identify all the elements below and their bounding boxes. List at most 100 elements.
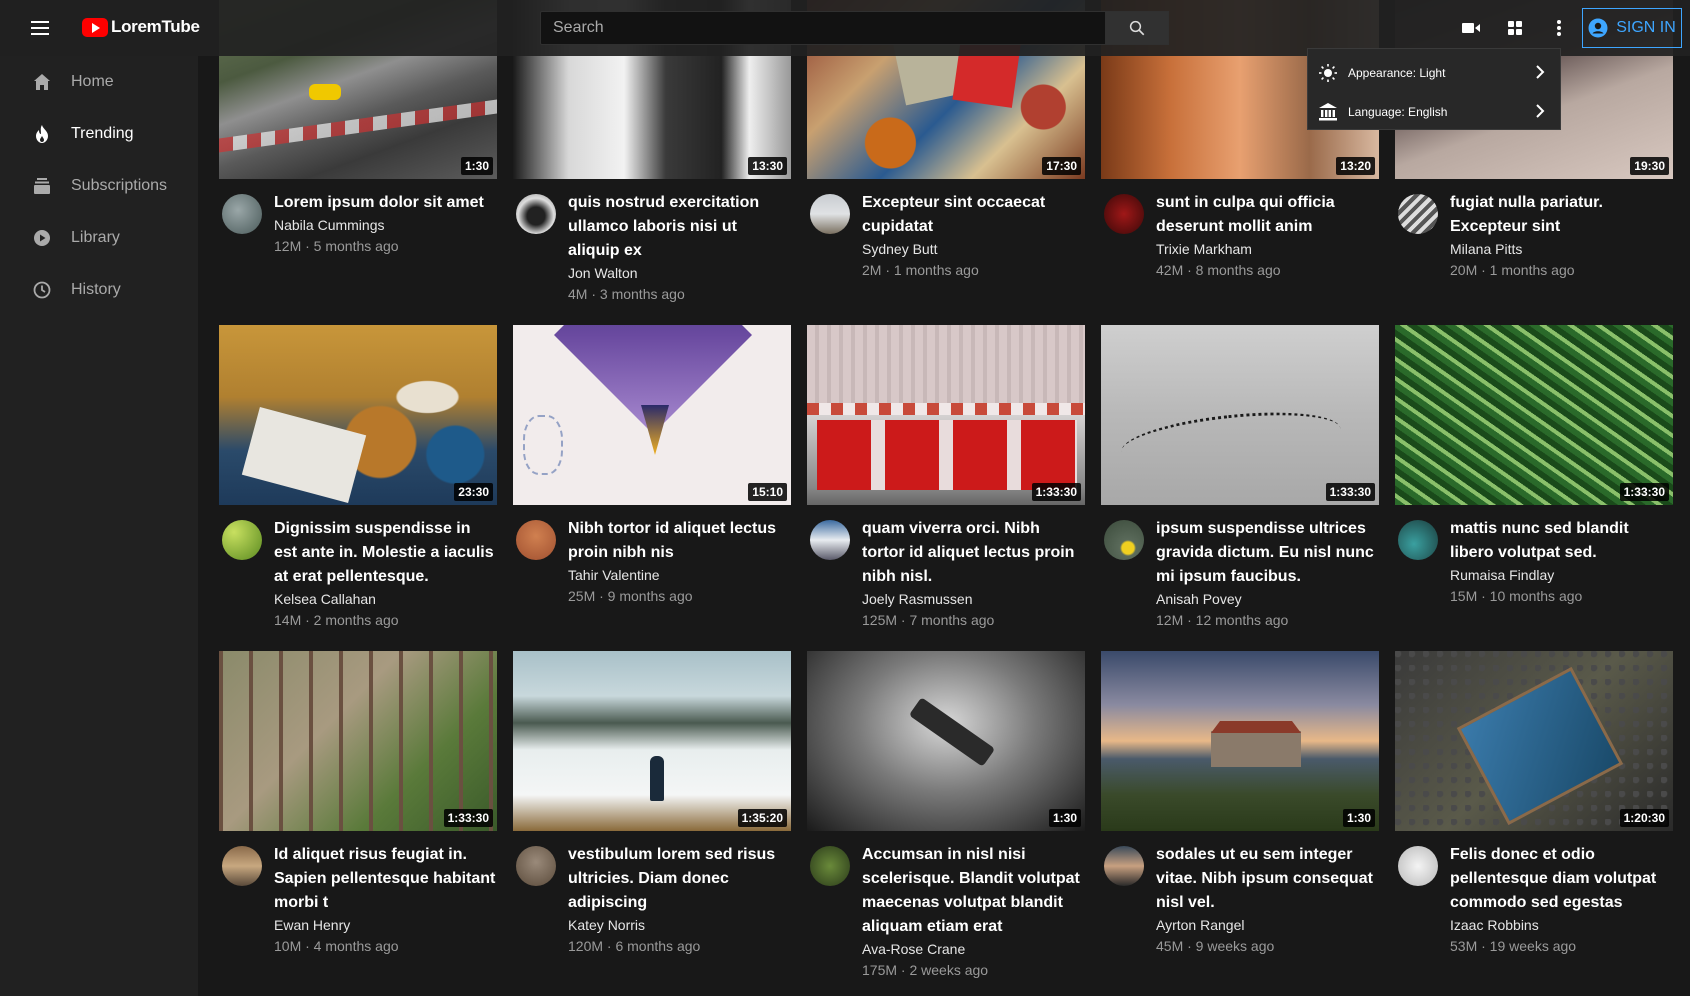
channel-avatar[interactable]	[222, 520, 262, 560]
video-thumbnail[interactable]: 15:10	[513, 325, 791, 505]
video-card[interactable]: 15:10 Nibh tortor id aliquet lectus proi…	[513, 325, 791, 607]
channel-name[interactable]: Katey Norris	[568, 915, 791, 935]
channel-avatar[interactable]	[1398, 520, 1438, 560]
channel-avatar[interactable]	[222, 194, 262, 234]
channel-avatar[interactable]	[1104, 846, 1144, 886]
sidebar-item-library[interactable]: Library	[0, 212, 198, 264]
channel-name[interactable]: Ayrton Rangel	[1156, 915, 1379, 935]
video-thumbnail[interactable]: 1:33:30	[807, 325, 1085, 505]
channel-name[interactable]: Milana Pitts	[1450, 239, 1673, 259]
sign-in-button[interactable]: SIGN IN	[1582, 8, 1682, 48]
video-title[interactable]: sodales ut eu sem integer vitae. Nibh ip…	[1156, 843, 1379, 915]
video-thumbnail[interactable]: 1:33:30	[1395, 325, 1673, 505]
channel-avatar[interactable]	[1104, 194, 1144, 234]
sidebar-item-subscriptions[interactable]: Subscriptions	[0, 160, 198, 212]
video-thumbnail[interactable]: 1:30	[807, 651, 1085, 831]
video-title[interactable]: Lorem ipsum dolor sit amet	[274, 191, 497, 215]
video-title[interactable]: Excepteur sint occaecat cupidatat	[862, 191, 1085, 239]
video-stats: 25M · 9 months ago	[568, 588, 693, 604]
video-card[interactable]: 1:33:30 quam viverra orci. Nibh tortor i…	[807, 325, 1085, 631]
channel-avatar[interactable]	[516, 520, 556, 560]
video-stats: 14M · 2 months ago	[274, 612, 399, 628]
channel-name[interactable]: Ewan Henry	[274, 915, 497, 935]
sidebar-item-label: Subscriptions	[71, 177, 168, 194]
video-title[interactable]: Dignissim suspendisse in est ante in. Mo…	[274, 517, 497, 589]
video-duration: 1:35:20	[737, 809, 787, 827]
channel-avatar[interactable]	[1104, 520, 1144, 560]
channel-avatar[interactable]	[810, 520, 850, 560]
channel-name[interactable]: Sydney Butt	[862, 239, 1085, 259]
video-stats: 12M · 5 months ago	[274, 238, 399, 254]
settings-menu: Appearance: Light Language: English	[1307, 48, 1561, 130]
menu-item-language[interactable]: Language: English	[1308, 92, 1560, 131]
video-stats: 2M · 1 months ago	[862, 262, 979, 278]
video-stats: 120M · 6 months ago	[568, 938, 701, 954]
apps-icon[interactable]	[1503, 16, 1527, 40]
video-title[interactable]: vestibulum lorem sed risus ultricies. Di…	[568, 843, 791, 915]
create-video-icon[interactable]	[1459, 16, 1483, 40]
app-logo[interactable]: LoremTube	[82, 17, 200, 37]
channel-name[interactable]: Ava-Rose Crane	[862, 939, 1085, 959]
video-title[interactable]: sunt in culpa qui officia deserunt molli…	[1156, 191, 1379, 239]
channel-avatar[interactable]	[222, 846, 262, 886]
more-vert-icon[interactable]	[1547, 16, 1571, 40]
channel-avatar[interactable]	[810, 846, 850, 886]
sidebar-item-history[interactable]: History	[0, 264, 198, 316]
video-card[interactable]: 1:30 sodales ut eu sem integer vitae. Ni…	[1101, 651, 1379, 957]
video-title[interactable]: quis nostrud exercitation ullamco labori…	[568, 191, 791, 263]
channel-avatar[interactable]	[1398, 846, 1438, 886]
home-icon	[32, 72, 52, 92]
menu-item-appearance[interactable]: Appearance: Light	[1308, 53, 1560, 92]
video-title[interactable]: ipsum suspendisse ultrices gravida dictu…	[1156, 517, 1379, 589]
video-card[interactable]: 23:30 Dignissim suspendisse in est ante …	[219, 325, 497, 631]
video-card[interactable]: 1:30 Accumsan in nisl nisi scelerisque. …	[807, 651, 1085, 981]
channel-avatar[interactable]	[516, 194, 556, 234]
video-title[interactable]: Nibh tortor id aliquet lectus proin nibh…	[568, 517, 791, 565]
play-circle-icon	[32, 228, 52, 248]
video-thumbnail[interactable]: 1:33:30	[1101, 325, 1379, 505]
sidebar-item-label: History	[71, 281, 121, 298]
video-card[interactable]: 1:20:30 Felis donec et odio pellentesque…	[1395, 651, 1673, 957]
channel-name[interactable]: Trixie Markham	[1156, 239, 1379, 259]
sign-in-label: SIGN IN	[1616, 19, 1676, 36]
video-title[interactable]: quam viverra orci. Nibh tortor id alique…	[862, 517, 1085, 589]
chevron-right-icon	[1536, 104, 1545, 118]
search-button[interactable]	[1105, 11, 1169, 45]
channel-name[interactable]: Rumaisa Findlay	[1450, 565, 1673, 585]
video-thumbnail[interactable]: 23:30	[219, 325, 497, 505]
video-stats: 42M · 8 months ago	[1156, 262, 1281, 278]
video-title[interactable]: Felis donec et odio pellentesque diam vo…	[1450, 843, 1673, 915]
video-duration: 1:30	[1048, 809, 1081, 827]
video-card[interactable]: 1:33:30 Id aliquet risus feugiat in. Sap…	[219, 651, 497, 957]
channel-avatar[interactable]	[1398, 194, 1438, 234]
video-card[interactable]: 1:35:20 vestibulum lorem sed risus ultri…	[513, 651, 791, 957]
menu-icon[interactable]	[31, 18, 51, 38]
video-duration: 15:10	[748, 483, 787, 501]
video-duration: 13:20	[1336, 157, 1375, 175]
channel-name[interactable]: Kelsea Callahan	[274, 589, 497, 609]
search-input[interactable]	[540, 11, 1106, 45]
video-title[interactable]: fugiat nulla pariatur. Excepteur sint	[1450, 191, 1673, 239]
sidebar-item-trending[interactable]: Trending	[0, 108, 198, 160]
channel-avatar[interactable]	[810, 194, 850, 234]
video-card[interactable]: 1:33:30 mattis nunc sed blandit libero v…	[1395, 325, 1673, 607]
channel-name[interactable]: Tahir Valentine	[568, 565, 791, 585]
video-title[interactable]: mattis nunc sed blandit libero volutpat …	[1450, 517, 1673, 565]
video-thumbnail[interactable]: 1:35:20	[513, 651, 791, 831]
sidebar-item-home[interactable]: Home	[0, 56, 198, 108]
channel-name[interactable]: Izaac Robbins	[1450, 915, 1673, 935]
video-thumbnail[interactable]: 1:20:30	[1395, 651, 1673, 831]
video-title[interactable]: Accumsan in nisl nisi scelerisque. Bland…	[862, 843, 1085, 939]
channel-avatar[interactable]	[516, 846, 556, 886]
video-duration: 1:33:30	[443, 809, 493, 827]
video-stats: 125M · 7 months ago	[862, 612, 995, 628]
video-card[interactable]: 1:33:30 ipsum suspendisse ultrices gravi…	[1101, 325, 1379, 631]
channel-name[interactable]: Joely Rasmussen	[862, 589, 1085, 609]
channel-name[interactable]: Jon Walton	[568, 263, 791, 283]
video-title[interactable]: Id aliquet risus feugiat in. Sapien pell…	[274, 843, 497, 915]
video-duration: 19:30	[1630, 157, 1669, 175]
channel-name[interactable]: Nabila Cummings	[274, 215, 497, 235]
channel-name[interactable]: Anisah Povey	[1156, 589, 1379, 609]
video-thumbnail[interactable]: 1:30	[1101, 651, 1379, 831]
video-thumbnail[interactable]: 1:33:30	[219, 651, 497, 831]
